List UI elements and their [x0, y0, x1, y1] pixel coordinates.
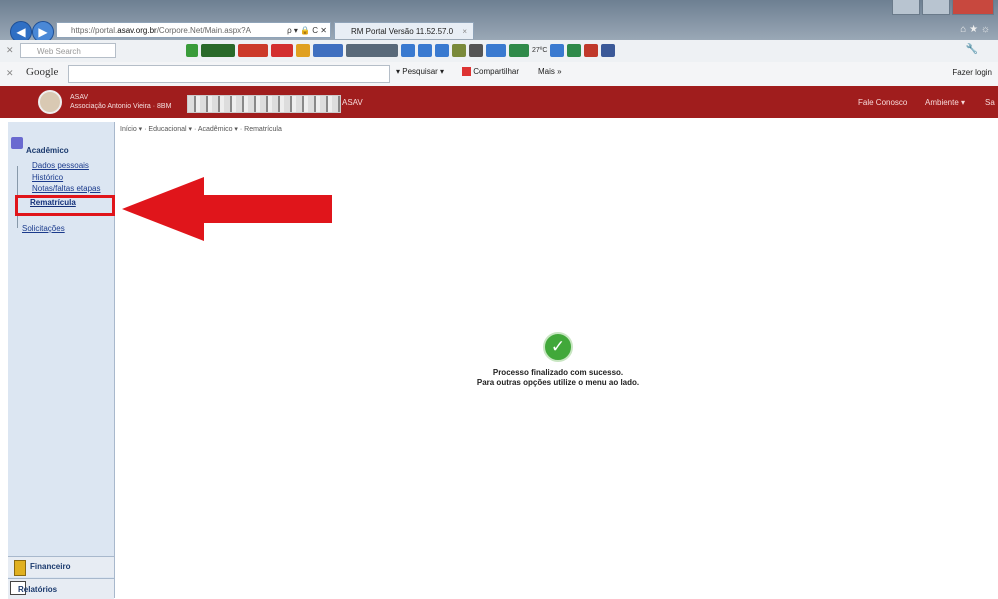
toolbar-icon[interactable]	[418, 44, 432, 57]
toolbar-icon[interactable]	[238, 44, 268, 57]
breadcrumb[interactable]: Início ▾ · Educacional ▾ · Acadêmico ▾ ·…	[120, 125, 282, 133]
toolbar-icon[interactable]	[469, 44, 483, 57]
toolbar-icon[interactable]	[509, 44, 529, 57]
minimize-button[interactable]	[892, 0, 920, 15]
toolbar-icon[interactable]	[567, 44, 582, 57]
facebook-icon[interactable]	[601, 44, 616, 57]
red-arrow-annotation	[122, 177, 332, 241]
google-toolbar: ✕ Google ▾ Pesquisar ▾ Compartilhar Mais…	[0, 62, 998, 87]
maximize-button[interactable]	[922, 0, 950, 15]
tab-close-icon[interactable]: ×	[462, 23, 467, 40]
sidebar-section-relatorios[interactable]: Relatórios	[8, 578, 114, 599]
toolbar-icon[interactable]	[313, 44, 343, 57]
ambiente-menu[interactable]: Ambiente ▾	[925, 98, 965, 107]
org-name-block: ASAV Associação Antonio Vieira · 8BM	[70, 93, 171, 111]
success-message-line1: Processo finalizado com sucesso.	[492, 368, 624, 377]
close-toolbar-icon[interactable]: ✕	[6, 45, 14, 56]
toolbar-icon[interactable]	[550, 44, 565, 57]
asav-logo-icon	[38, 90, 62, 114]
fazer-login-link[interactable]: Fazer login	[952, 68, 992, 77]
address-bar[interactable]: https://portal.asav.org.br/Corpore.Net/M…	[56, 22, 331, 38]
portal-header: ASAV Associação Antonio Vieira · 8BM ASA…	[0, 86, 998, 118]
pesquisar-button[interactable]: ▾ Pesquisar ▾	[396, 67, 444, 76]
toolbar-icon[interactable]	[346, 44, 398, 57]
sidebar: Acadêmico Dados pessoais Histórico Notas…	[8, 122, 115, 598]
org-short-name: ASAV	[70, 94, 89, 101]
org-suffix: ASAV	[342, 98, 363, 107]
close-google-bar-icon[interactable]: ✕	[6, 68, 14, 79]
sidebar-item-solicitacoes[interactable]: Solicitações	[22, 224, 65, 233]
success-check-icon: ✓	[543, 332, 573, 362]
pixelated-banner	[187, 95, 341, 113]
url-host: asav.org.br	[117, 26, 157, 35]
relatorios-label: Relatórios	[18, 585, 58, 594]
toolbar-icon[interactable]	[296, 44, 310, 57]
pesquisar-label: Pesquisar	[402, 67, 438, 76]
compartilhar-label: Compartilhar	[473, 67, 520, 76]
financeiro-icon	[14, 560, 26, 576]
sidebar-item-historico[interactable]: Histórico	[32, 173, 63, 182]
home-star-settings-icons[interactable]: ⌂ ★ ☼	[960, 24, 990, 35]
url-prefix: https://portal.	[71, 26, 118, 35]
window-controls	[892, 0, 994, 16]
addon-toolbar: ✕ Web Search 27ºC 🔧	[0, 40, 998, 63]
toolbar-icon[interactable]	[486, 44, 506, 57]
success-panel: ✓ Processo finalizado com sucesso. Para …	[448, 332, 668, 388]
tab-title: RM Portal Versão 11.52.57.0	[351, 27, 454, 36]
temperature-label: 27ºC	[532, 47, 548, 54]
toolbar-icon[interactable]	[584, 44, 599, 57]
sair-link[interactable]: Sa	[985, 98, 995, 107]
sidebar-section-academico[interactable]: Acadêmico	[26, 146, 69, 155]
wrench-icon[interactable]: 🔧	[966, 44, 978, 55]
share-icon	[462, 67, 471, 77]
sidebar-item-dados-pessoais[interactable]: Dados pessoais	[32, 161, 89, 170]
address-controls[interactable]: ρ ▾ 🔒 C ✕	[285, 23, 327, 37]
org-full-name: Associação Antonio Vieira · 8BM	[70, 103, 172, 110]
mais-button[interactable]: Mais »	[538, 67, 562, 76]
toolbar-icon[interactable]	[271, 44, 293, 57]
google-search-input[interactable]	[68, 65, 390, 83]
browser-tab[interactable]: RM Portal Versão 11.52.57.0 ×	[334, 22, 474, 39]
academico-icon	[11, 137, 23, 149]
google-logo: Google	[26, 66, 59, 78]
toolbar-icon[interactable]	[186, 44, 198, 57]
toolbar-icon[interactable]	[201, 44, 235, 57]
toolbar-icons: 27ºC	[186, 44, 616, 57]
financeiro-label: Financeiro	[30, 562, 71, 571]
close-window-button[interactable]	[952, 0, 994, 15]
success-message-line2: Para outras opções utilize o menu ao lad…	[476, 378, 640, 387]
compartilhar-button[interactable]: Compartilhar	[462, 67, 520, 77]
rematricula-highlight-box	[15, 195, 115, 216]
sidebar-section-financeiro[interactable]: Financeiro	[8, 556, 114, 577]
url-path: /Corpore.Net/Main.aspx?A	[156, 26, 251, 35]
toolbar-icon[interactable]	[435, 44, 449, 57]
sidebar-item-notas-faltas[interactable]: Notas/faltas etapas	[32, 184, 114, 193]
fale-conosco-link[interactable]: Fale Conosco	[858, 98, 907, 107]
web-search-input[interactable]: Web Search	[20, 43, 116, 58]
toolbar-icon[interactable]	[401, 44, 415, 57]
toolbar-icon[interactable]	[452, 44, 466, 57]
browser-titlebar: ◀ ▶ https://portal.asav.org.br/Corpore.N…	[0, 0, 998, 43]
